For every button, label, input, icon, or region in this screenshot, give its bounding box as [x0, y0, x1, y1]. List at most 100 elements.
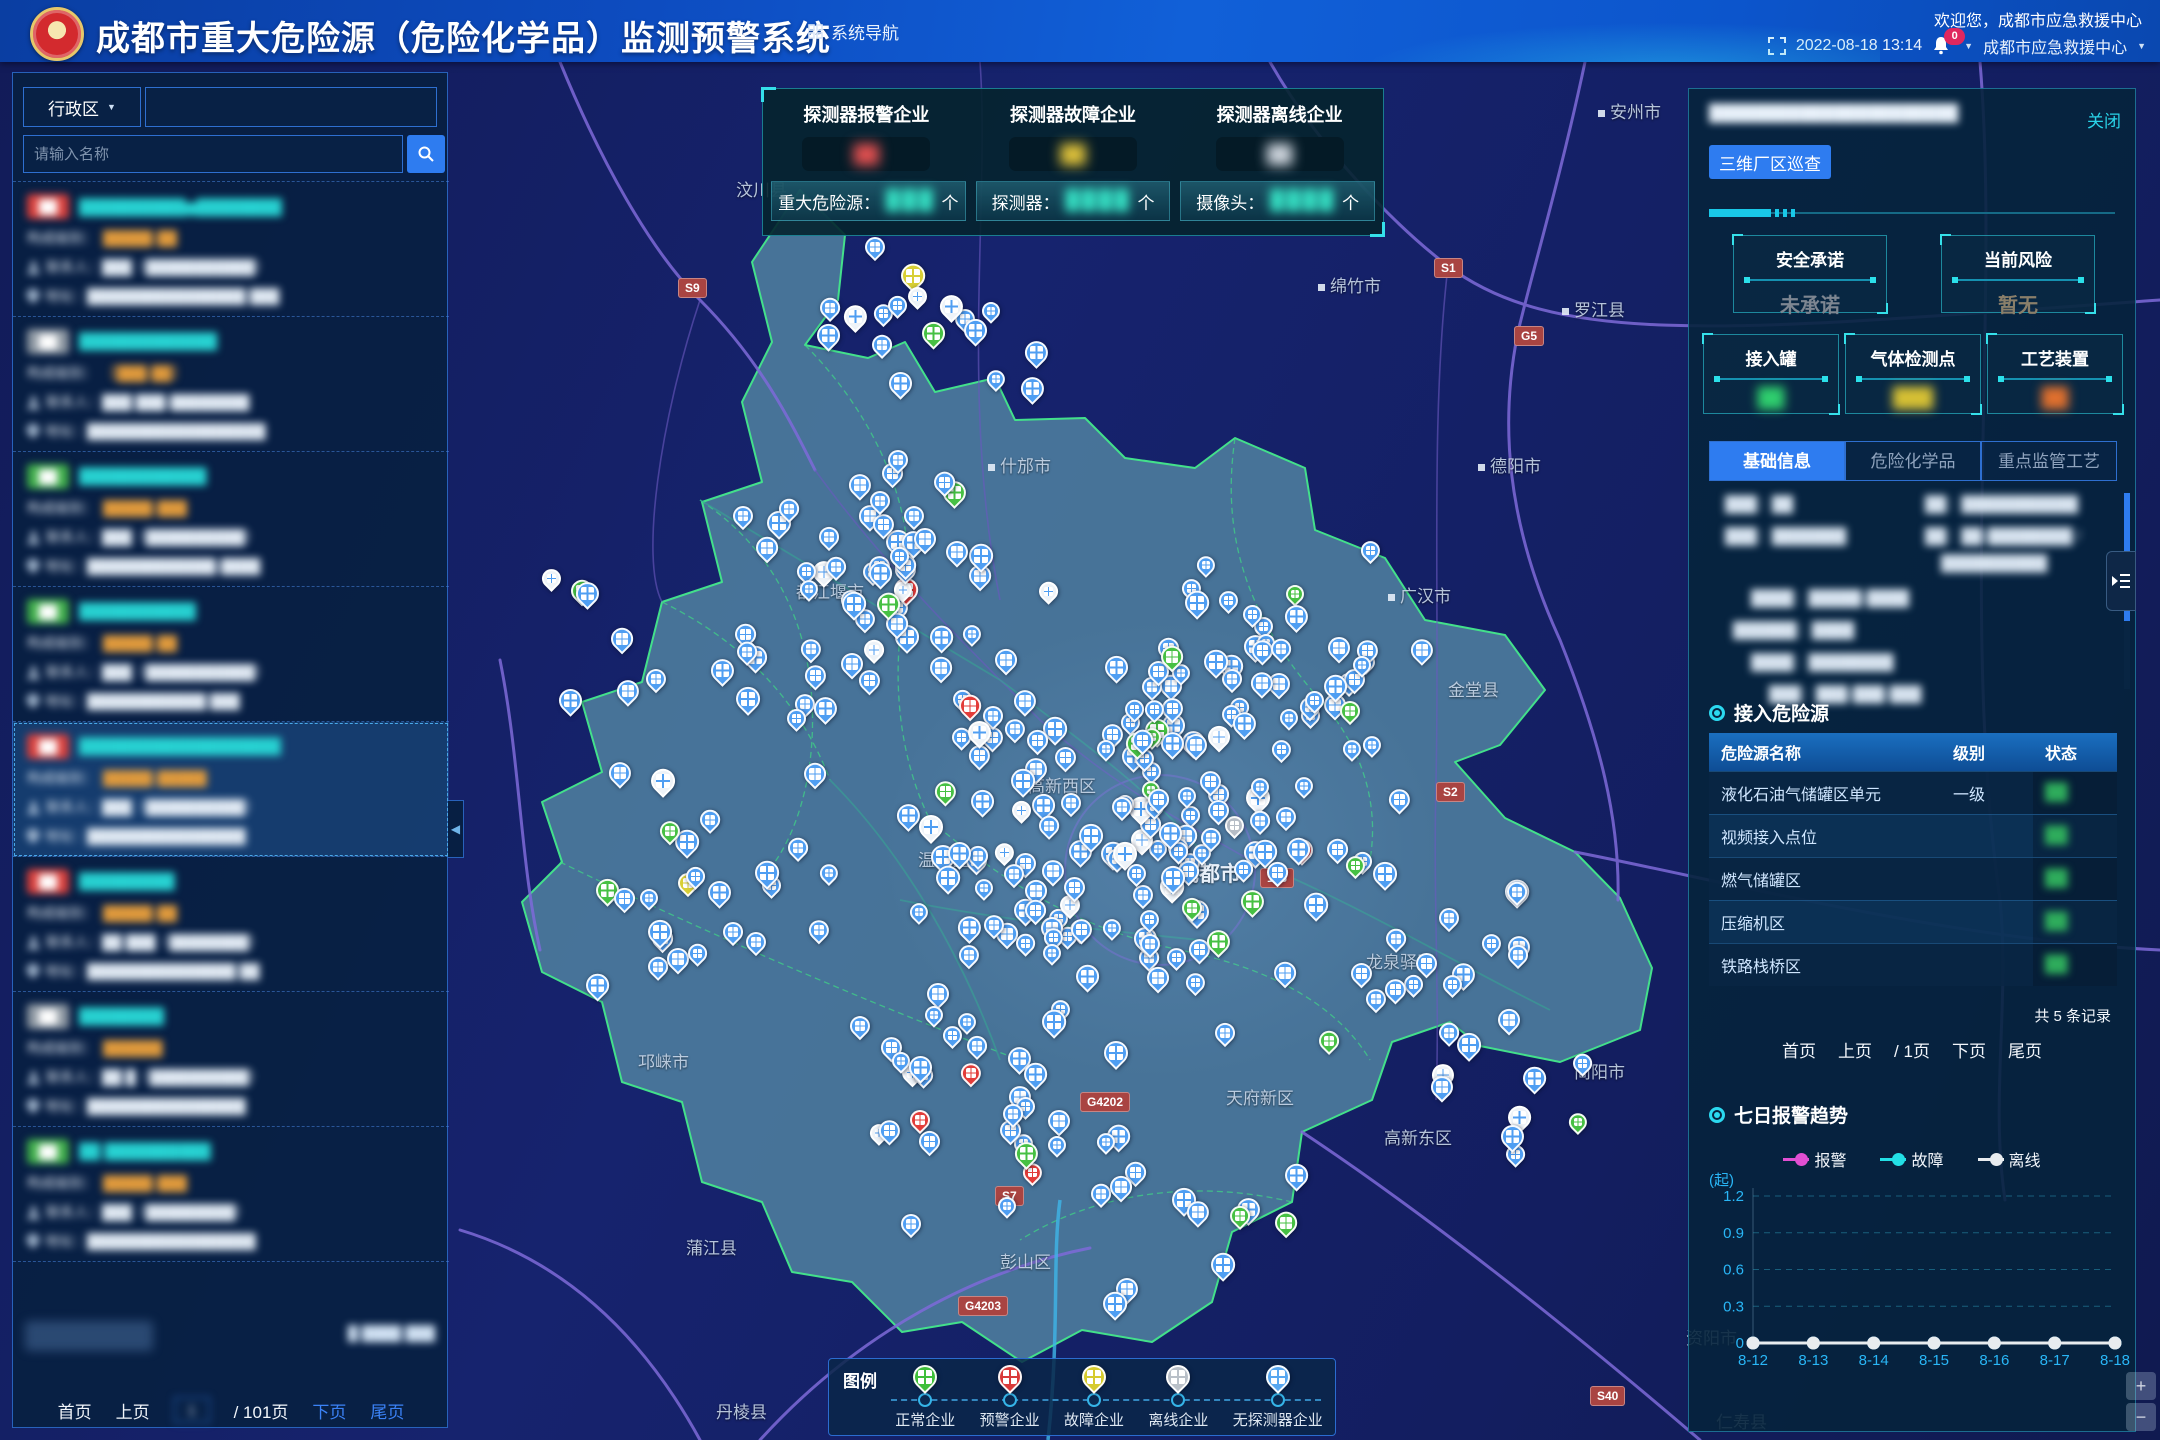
district-select-label: 行政区: [48, 95, 99, 120]
city-label: 彭山区: [1000, 1248, 1051, 1273]
level-line: 构成级别：██████: [27, 1038, 435, 1058]
legend-item: 故障企业: [1064, 1365, 1124, 1435]
stat-column: 探测器故障企业██: [970, 89, 1177, 181]
location-pin-icon: [27, 559, 39, 573]
road-number-badge: G4203: [958, 1296, 1008, 1316]
search-button[interactable]: [407, 135, 445, 173]
notification-bell[interactable]: 0: [1932, 36, 1954, 56]
detail-stat-divider: [2000, 378, 2110, 380]
last-page-button[interactable]: 尾页: [370, 1398, 404, 1423]
zoom-out-button[interactable]: −: [2126, 1403, 2156, 1431]
info-field: ████：████████: [1751, 651, 1894, 672]
zoom-in-button[interactable]: +: [2126, 1372, 2156, 1400]
prev-page-button[interactable]: 上页: [116, 1398, 150, 1423]
detail-last-page[interactable]: 尾页: [2008, 1037, 2042, 1062]
info-field: ██████████: [1941, 555, 2047, 572]
company-card[interactable]: █████████████████████构成级别：█████-█████联系人…: [13, 722, 449, 857]
trend-legend-item[interactable]: 报警: [1783, 1147, 1846, 1171]
company-card[interactable]: ██████████████构成级别：█████-███联系人：███（████…: [13, 452, 449, 587]
cell-hazard-status: ██: [2033, 858, 2117, 900]
counter-value: ████: [1270, 190, 1336, 212]
info-field: ██████：████: [1733, 619, 1854, 640]
city-label: 天府新区: [1226, 1084, 1294, 1109]
address-line: 地址：██████████████████: [27, 421, 435, 441]
search-input[interactable]: [23, 135, 403, 173]
contact-line: 联系人：██ █（██████████）: [27, 1067, 435, 1087]
company-card[interactable]: ████████████▆████████构成级别：█████-██联系人：██…: [13, 182, 449, 317]
location-pin-icon: [27, 1099, 39, 1113]
status-badge: ██: [27, 464, 69, 489]
legend-pin-icon: [1161, 1360, 1195, 1394]
detail-prev-page[interactable]: 上页: [1838, 1037, 1872, 1062]
address-line: 地址：█████████████-████: [27, 556, 435, 576]
welcome-text: 欢迎您，成都市应急救援中心: [1934, 7, 2142, 31]
company-card[interactable]: ██████████构成级别：██████联系人：██ █（██████████…: [13, 992, 449, 1127]
legend-pin-icon: [1261, 1360, 1295, 1394]
company-card[interactable]: █████████████构成级别：█████-██联系人：███（██████…: [13, 587, 449, 722]
detail-next-page[interactable]: 下页: [1952, 1037, 1986, 1062]
sidebar-collapse-button[interactable]: ◀: [448, 800, 464, 858]
legend-item: 预警企业: [980, 1365, 1040, 1435]
svg-text:0.6: 0.6: [1723, 1262, 1744, 1279]
map-zoom-control: + −: [2126, 1372, 2156, 1434]
company-card[interactable]: ███████████构成级别：█████-██联系人：██ ███（█████…: [13, 857, 449, 992]
status-badge: ██: [27, 734, 69, 759]
city-label: 金堂县: [1448, 676, 1499, 701]
first-page-button[interactable]: 首页: [58, 1398, 92, 1423]
info-field: ███：███████: [1725, 525, 1846, 546]
page-input[interactable]: [174, 1397, 210, 1423]
system-nav-button[interactable]: 系统导航: [808, 19, 899, 44]
fullscreen-icon[interactable]: [1768, 37, 1786, 55]
svg-text:0.3: 0.3: [1723, 1298, 1744, 1315]
city-label: 安州市: [1598, 98, 1661, 123]
table-row[interactable]: 液化石油气储罐区单元一级██: [1709, 771, 2117, 814]
district-input[interactable]: [145, 87, 437, 127]
company-card[interactable]: ███████████████构成级别：【███-██】联系人：███ ███-…: [13, 317, 449, 452]
legend-pin-icon: [993, 1360, 1027, 1394]
city-label: 绵竹市: [1318, 272, 1381, 297]
page-count-label: / 101页: [234, 1398, 289, 1423]
counter-box: 摄像头：████个: [1180, 181, 1375, 221]
svg-text:8-17: 8-17: [2040, 1352, 2070, 1369]
patrol-3d-button[interactable]: 三维厂区巡查: [1709, 145, 1831, 179]
status-value: ██: [2045, 956, 2068, 974]
city-label: 罗江县: [1562, 296, 1625, 321]
stats-panel: 探测器报警企业██探测器故障企业██探测器离线企业██ 重大危险源：███个探测…: [762, 88, 1384, 236]
company-list: ████████████▆████████构成级别：█████-██联系人：██…: [13, 181, 449, 1372]
header-toolbar: 2022-08-18 13:14 0 ▼ 成都市应急救援中心 ▼: [1768, 34, 2146, 58]
road-number-badge: S1: [1434, 258, 1463, 278]
detail-first-page[interactable]: 首页: [1782, 1037, 1816, 1062]
promise-divider: [1746, 279, 1874, 281]
address-line: 地址：████████████████: [27, 1096, 435, 1116]
current-risk-title: 当前风险: [1942, 246, 2094, 271]
redacted-control: [25, 1321, 153, 1351]
tab-item[interactable]: 危险化学品: [1845, 441, 1981, 481]
person-icon: [27, 666, 40, 679]
legend-dot-icon: [1892, 1153, 1905, 1166]
bullseye-icon: [1709, 705, 1725, 721]
company-card[interactable]: ████ ██████████构成级别：█████-███联系人：███（███…: [13, 1127, 449, 1262]
expand-panel-button[interactable]: [2106, 551, 2136, 611]
trend-legend-item[interactable]: 故障: [1880, 1147, 1943, 1171]
status-badge: ██: [27, 869, 69, 894]
district-select[interactable]: 行政区 ▼: [23, 87, 141, 127]
person-icon: [27, 396, 40, 409]
hazard-record-total: 共 5 条记录: [2034, 1005, 2111, 1026]
table-row[interactable]: 视频接入点位██: [1709, 814, 2117, 857]
trend-legend-item[interactable]: 离线: [1978, 1147, 2041, 1171]
org-name[interactable]: 成都市应急救援中心: [1983, 34, 2127, 58]
legend-item: 离线企业: [1148, 1365, 1208, 1435]
stat-column: 探测器离线企业██: [1176, 89, 1383, 181]
next-page-button[interactable]: 下页: [312, 1398, 346, 1423]
cell-hazard-name: 铁路栈桥区: [1709, 953, 1941, 977]
close-button[interactable]: 关闭: [2087, 107, 2121, 132]
table-row[interactable]: 压缩机区██: [1709, 900, 2117, 943]
legend-node-icon: [918, 1393, 932, 1407]
detail-stat-divider: [1858, 378, 1968, 380]
table-row[interactable]: 燃气储罐区██: [1709, 857, 2117, 900]
tab-item[interactable]: 重点监管工艺: [1981, 441, 2117, 481]
table-row[interactable]: 铁路栈桥区 ██: [1709, 943, 2117, 986]
tab-active[interactable]: 基础信息: [1709, 441, 1845, 481]
level-line: 构成级别：█████-██: [27, 903, 435, 923]
org-caret-icon: ▼: [2137, 41, 2146, 51]
